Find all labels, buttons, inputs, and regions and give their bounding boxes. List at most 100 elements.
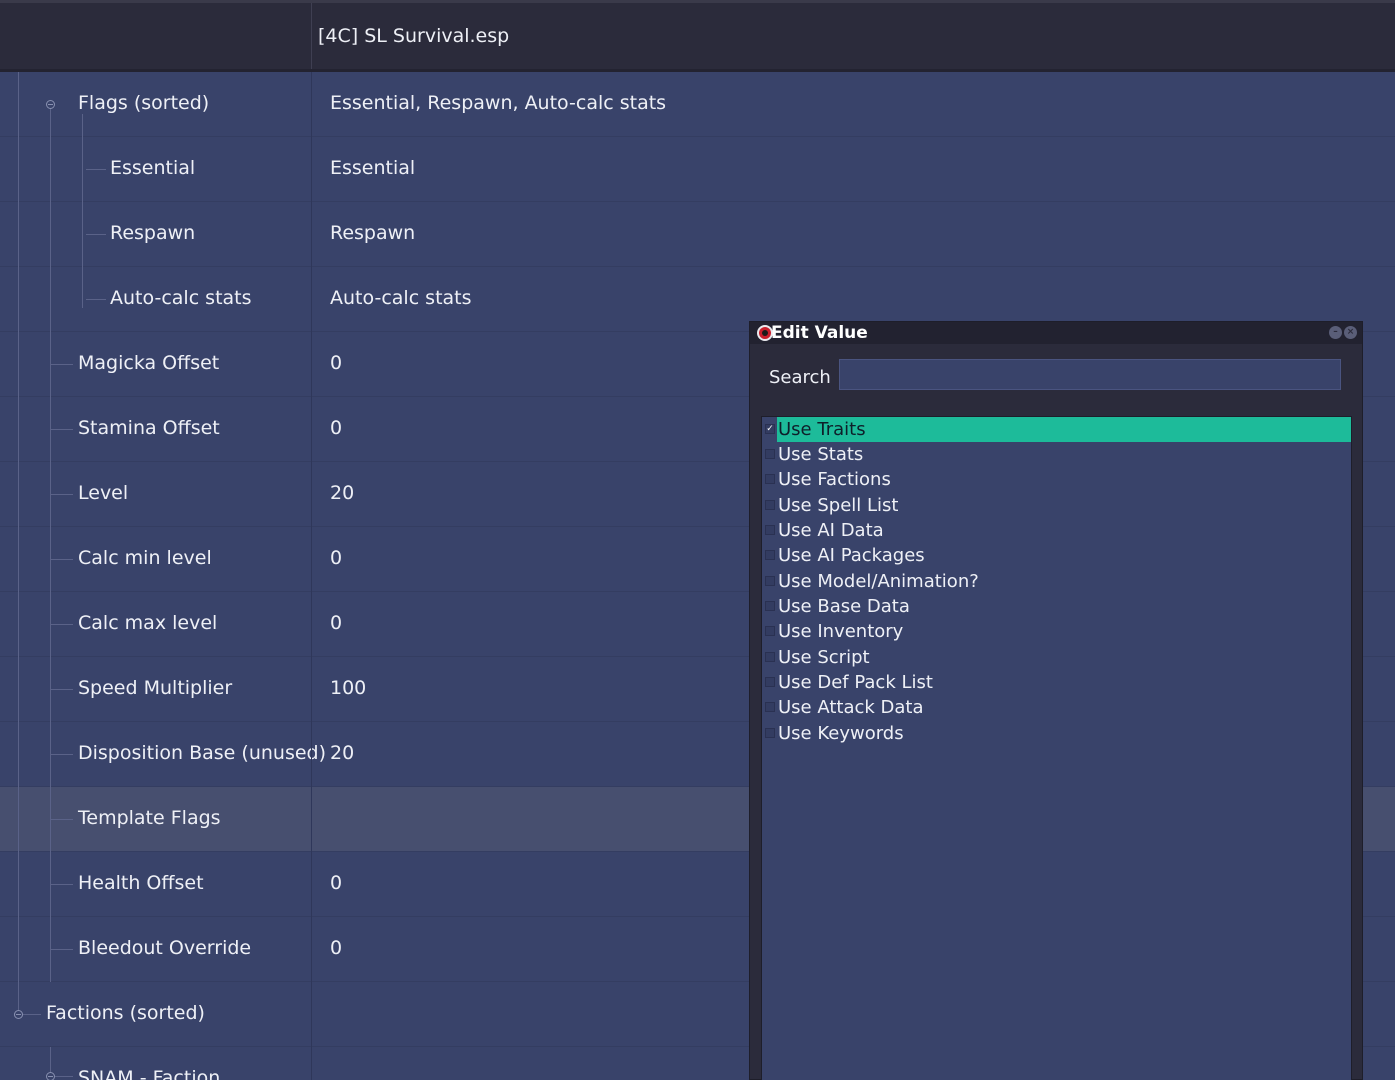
tree-guide-line: [51, 819, 73, 820]
list-item-use-traits[interactable]: ✓ Use Traits: [762, 417, 1351, 442]
tree-row-flags[interactable]: Flags (sorted) Essential, Respawn, Auto-…: [0, 72, 1395, 137]
row-value: Respawn: [330, 222, 416, 244]
row-name: Template Flags: [78, 807, 221, 829]
row-name: Health Offset: [78, 872, 204, 894]
item-label: Use Attack Data: [778, 697, 924, 718]
tree-guide-line: [51, 624, 73, 625]
item-label: Use Stats: [778, 444, 864, 465]
list-item-use-stats[interactable]: Use Stats: [762, 442, 1351, 467]
row-name: Calc max level: [78, 612, 218, 634]
collapse-icon[interactable]: [46, 1072, 55, 1080]
row-value: 100: [330, 677, 367, 699]
checkbox[interactable]: [765, 652, 775, 662]
item-label: Use Script: [778, 647, 870, 668]
header-plugin-title[interactable]: [4C] SL Survival.esp: [318, 25, 509, 47]
list-item-use-keywords[interactable]: Use Keywords: [762, 721, 1351, 746]
dialog-title: Edit Value: [771, 323, 868, 343]
row-name: SNAM - Faction: [78, 1067, 221, 1080]
flags-checklist: ✓ Use Traits Use Stats Use Factions Use …: [761, 416, 1352, 1080]
row-name: Essential: [110, 157, 196, 179]
item-label: Use Base Data: [778, 596, 910, 617]
search-label: Search: [769, 367, 831, 388]
row-name: Speed Multiplier: [78, 677, 233, 699]
tree-guide-line: [51, 884, 73, 885]
item-label: Use AI Packages: [778, 545, 925, 566]
collapse-icon[interactable]: [14, 1010, 23, 1019]
row-name: Factions (sorted): [46, 1002, 205, 1024]
row-value: Essential: [330, 157, 416, 179]
item-label: Use Def Pack List: [778, 672, 933, 693]
list-item-use-factions[interactable]: Use Factions: [762, 467, 1351, 492]
row-name: Respawn: [110, 222, 196, 244]
collapse-icon[interactable]: [46, 100, 55, 109]
list-item-use-def-pack-list[interactable]: Use Def Pack List: [762, 670, 1351, 695]
tree-guide-line: [51, 689, 73, 690]
row-value: 20: [330, 742, 355, 764]
tree-guide-line: [50, 104, 51, 982]
checkbox[interactable]: [765, 677, 775, 687]
checkbox[interactable]: [765, 728, 775, 738]
list-item-use-ai-data[interactable]: Use AI Data: [762, 518, 1351, 543]
list-item-use-model-animation[interactable]: Use Model/Animation?: [762, 569, 1351, 594]
row-value: 0: [330, 417, 343, 439]
row-name: Calc min level: [78, 547, 212, 569]
list-item-use-spell-list[interactable]: Use Spell List: [762, 493, 1351, 518]
tree-guide-line: [51, 364, 73, 365]
row-name: Auto-calc stats: [110, 287, 252, 309]
item-label: Use Keywords: [778, 723, 904, 744]
row-value: Essential, Respawn, Auto-calc stats: [330, 92, 667, 114]
row-name: Bleedout Override: [78, 937, 252, 959]
tree-guide-line: [51, 429, 73, 430]
list-item-use-ai-packages[interactable]: Use AI Packages: [762, 543, 1351, 568]
close-icon[interactable]: ×: [1344, 326, 1357, 339]
checkbox[interactable]: [765, 626, 775, 636]
checkbox[interactable]: ✓: [765, 424, 775, 434]
checkbox[interactable]: [765, 576, 775, 586]
row-value: 0: [330, 937, 343, 959]
row-value: 0: [330, 872, 343, 894]
item-label: Use Model/Animation?: [778, 571, 979, 592]
item-label: Use AI Data: [778, 520, 884, 541]
row-value: 0: [330, 352, 343, 374]
checkbox[interactable]: [765, 525, 775, 535]
tree-guide-line: [55, 1076, 73, 1077]
tree-guide-line: [51, 494, 73, 495]
row-value: 20: [330, 482, 355, 504]
list-item-use-inventory[interactable]: Use Inventory: [762, 619, 1351, 644]
tree-guide-line: [86, 234, 106, 235]
header-name-column[interactable]: [0, 3, 311, 72]
checkbox[interactable]: [765, 500, 775, 510]
tree-guide-line: [51, 559, 73, 560]
row-name: Magicka Offset: [78, 352, 220, 374]
item-label: Use Spell List: [778, 495, 899, 516]
list-item-use-base-data[interactable]: Use Base Data: [762, 594, 1351, 619]
tree-guide-line: [51, 949, 73, 950]
tree-row-essential[interactable]: Essential Essential: [0, 137, 1395, 202]
search-input[interactable]: [839, 359, 1341, 390]
dialog-titlebar[interactable]: Edit Value – ×: [750, 322, 1362, 344]
list-item-use-script[interactable]: Use Script: [762, 645, 1351, 670]
checkbox[interactable]: [765, 601, 775, 611]
tree-guide-line: [51, 754, 73, 755]
row-value: 0: [330, 612, 343, 634]
row-value: 0: [330, 547, 343, 569]
checkbox[interactable]: [765, 449, 775, 459]
item-label: Use Factions: [778, 469, 891, 490]
checkbox[interactable]: [765, 474, 775, 484]
row-name: Level: [78, 482, 129, 504]
tree-row-respawn[interactable]: Respawn Respawn: [0, 202, 1395, 267]
column-divider[interactable]: [311, 72, 312, 1080]
item-label: Use Traits: [777, 417, 1351, 442]
checkbox[interactable]: [765, 702, 775, 712]
tree-guide-line: [82, 114, 83, 308]
tree-guide-line: [86, 169, 106, 170]
list-item-use-attack-data[interactable]: Use Attack Data: [762, 695, 1351, 720]
row-name: Disposition Base (unused): [78, 742, 327, 764]
row-name: Stamina Offset: [78, 417, 220, 439]
tree-guide-line: [23, 1014, 41, 1015]
edit-value-dialog: Edit Value – × Search ✓ Use Traits Use S…: [749, 321, 1363, 1080]
row-value: Auto-calc stats: [330, 287, 472, 309]
tree-guide-line: [18, 72, 19, 1014]
minimize-icon[interactable]: –: [1329, 326, 1342, 339]
checkbox[interactable]: [765, 550, 775, 560]
